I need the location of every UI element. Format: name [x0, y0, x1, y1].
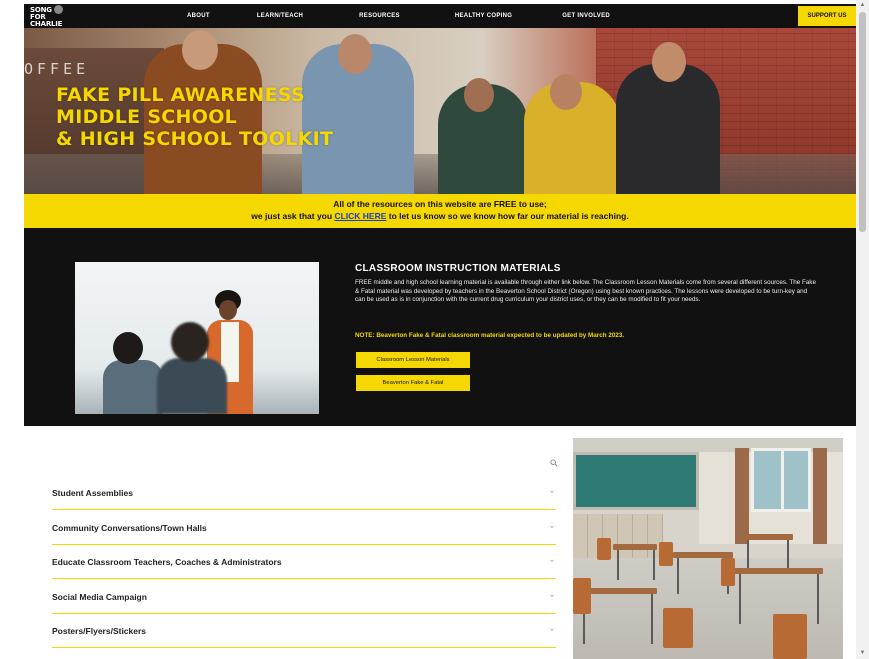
- classroom-lesson-materials-button[interactable]: Classroom Lesson Materials: [356, 352, 470, 368]
- student-2-head: [171, 322, 209, 362]
- person-5: [616, 64, 720, 194]
- desk-leg: [747, 540, 749, 568]
- teacher-face: [219, 300, 237, 320]
- banner-line-2: we just ask that you CLICK HERE to let u…: [24, 210, 856, 222]
- room-chalkboard: [573, 452, 699, 510]
- room-window: [751, 448, 811, 512]
- accordion-item-student-assemblies[interactable]: Student Assemblies: [52, 476, 556, 510]
- chevron-down-icon: [550, 594, 554, 597]
- accordion-item-educate-teachers[interactable]: Educate Classroom Teachers, Coaches & Ad…: [52, 545, 556, 579]
- desk: [743, 534, 793, 540]
- desk-leg: [651, 594, 653, 644]
- classroom-section-body: FREE middle and high school learning mat…: [355, 279, 816, 304]
- desk-leg: [653, 550, 655, 580]
- student-2-body: [157, 358, 227, 414]
- classroom-update-note: NOTE: Beaverton Fake & Fatal classroom m…: [355, 332, 625, 339]
- classroom-section-title: CLASSROOM INSTRUCTION MATERIALS: [355, 263, 561, 274]
- scroll-up-arrow-icon[interactable]: ▲: [859, 2, 866, 9]
- nav-item-get-involved[interactable]: GET INVOLVED: [562, 13, 610, 19]
- beaverton-fake-fatal-button[interactable]: Beaverton Fake & Fatal: [356, 375, 470, 391]
- desk-leg: [617, 550, 619, 580]
- chevron-down-icon: [550, 628, 554, 631]
- accordion-item-label: Social Media Campaign: [52, 592, 147, 602]
- nav-item-learn-teach[interactable]: LEARN/TEACH: [257, 13, 303, 19]
- desk: [613, 544, 657, 550]
- song-for-charlie-logo[interactable]: SONG FOR CHARLIE: [30, 5, 90, 28]
- nav-item-about[interactable]: ABOUT: [187, 13, 210, 19]
- desk-leg: [787, 540, 789, 568]
- chevron-down-icon: [550, 525, 554, 528]
- banner-line-2-after: to let us know so we know how far our ma…: [386, 211, 629, 221]
- accordion-item-label: Educate Classroom Teachers, Coaches & Ad…: [52, 557, 282, 567]
- person-3-head: [464, 78, 494, 112]
- storefront-sign: OFFEE: [24, 60, 90, 78]
- empty-classroom-photo: [573, 438, 843, 659]
- chevron-down-icon: [550, 559, 554, 562]
- logo-coin-icon: [53, 5, 63, 14]
- classroom-instruction-section: CLASSROOM INSTRUCTION MATERIALS FREE mid…: [24, 228, 856, 426]
- chevron-down-icon: [550, 490, 554, 493]
- desk-leg: [677, 558, 679, 594]
- desk-leg: [739, 574, 741, 624]
- accordion-item-label: Student Assemblies: [52, 488, 133, 498]
- hero-title-line-1: FAKE PILL AWARENESS: [56, 84, 306, 106]
- student-1-head: [113, 332, 143, 364]
- desk-leg: [817, 574, 819, 624]
- chair: [773, 614, 807, 659]
- page-scrollbar[interactable]: ▲ ▼: [856, 0, 869, 659]
- scrollbar-thumb[interactable]: [859, 12, 866, 232]
- banner-line-1: All of the resources on this website are…: [333, 199, 547, 209]
- hero-title-line-2: MIDDLE SCHOOL: [56, 106, 238, 128]
- logo-line-3: CHARLIE: [30, 20, 63, 28]
- hero-banner: OFFEE FAKE PILL AWARENESS MIDDLE SCHOOL …: [24, 28, 856, 194]
- support-us-button[interactable]: SUPPORT US: [798, 6, 856, 26]
- person-1-head: [182, 30, 218, 70]
- chair: [597, 538, 611, 560]
- nav-item-resources[interactable]: RESOURCES: [359, 13, 400, 19]
- accordion-item-posters-flyers-stickers[interactable]: Posters/Flyers/Stickers: [52, 614, 556, 648]
- top-nav: SONG FOR CHARLIE ABOUT LEARN/TEACH RESOU…: [24, 4, 856, 28]
- accordion-item-label: Community Conversations/Town Halls: [52, 523, 207, 533]
- person-2-head: [338, 34, 372, 74]
- accordion-item-social-media-campaign[interactable]: Social Media Campaign: [52, 580, 556, 614]
- desk: [733, 568, 823, 574]
- banner-line-2-before: we just ask that you: [251, 211, 335, 221]
- search-icon[interactable]: [550, 459, 558, 467]
- click-here-link[interactable]: CLICK HERE: [334, 211, 386, 221]
- room-curtain-left: [735, 448, 749, 544]
- accordion-item-label: Posters/Flyers/Stickers: [52, 626, 147, 636]
- room-curtain-right: [813, 448, 827, 544]
- hero-title-line-3: & HIGH SCHOOL TOOLKIT: [56, 128, 334, 150]
- photo-student-2: [157, 322, 227, 414]
- person-4-head: [550, 74, 582, 110]
- photo-student-1: [103, 332, 163, 414]
- nav-item-healthy-coping[interactable]: HEALTHY COPING: [455, 13, 512, 19]
- page: SONG FOR CHARLIE ABOUT LEARN/TEACH RESOU…: [0, 0, 869, 659]
- nav-menu: ABOUT LEARN/TEACH RESOURCES HEALTHY COPI…: [164, 4, 610, 28]
- chair: [721, 558, 735, 586]
- chair: [659, 542, 673, 566]
- hero-title: FAKE PILL AWARENESS MIDDLE SCHOOL & HIGH…: [56, 84, 333, 150]
- accordion-item-community-conversations[interactable]: Community Conversations/Town Halls: [52, 511, 556, 545]
- classroom-teacher-photo: [75, 262, 319, 414]
- chair: [663, 608, 693, 648]
- chair: [573, 578, 591, 614]
- person-5-head: [652, 42, 686, 82]
- scroll-down-arrow-icon[interactable]: ▼: [859, 650, 866, 657]
- student-1-body: [103, 360, 163, 414]
- free-resources-banner: All of the resources on this website are…: [24, 194, 856, 228]
